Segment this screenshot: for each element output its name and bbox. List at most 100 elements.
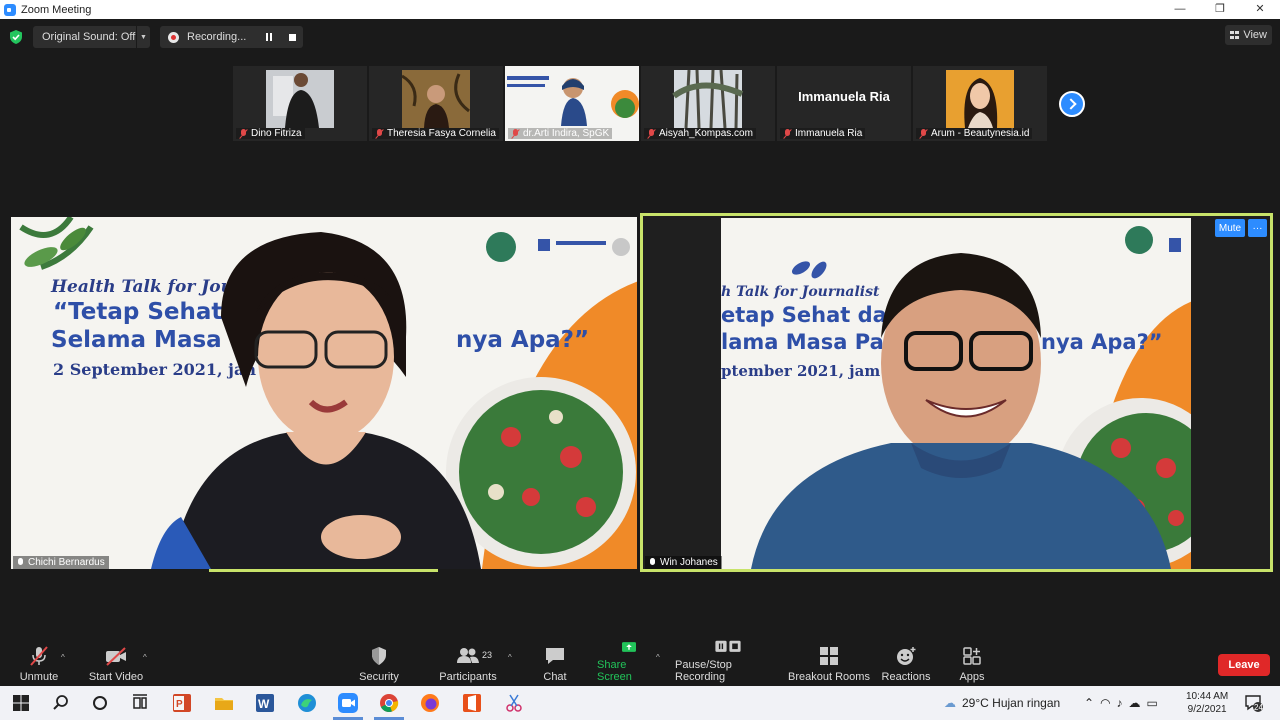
participant-name: Aisyah_Kompas.com bbox=[659, 128, 753, 139]
view-label: View bbox=[1243, 29, 1267, 41]
start-video-button[interactable]: Start Video bbox=[88, 640, 144, 686]
chat-button[interactable]: Chat bbox=[538, 640, 572, 686]
microphone-muted-icon bbox=[511, 128, 520, 139]
apps-icon bbox=[963, 647, 981, 665]
view-button[interactable]: View bbox=[1225, 25, 1272, 45]
participant-label: dr.Arti Indira, SpGK bbox=[508, 128, 613, 139]
weather-cloud-icon: ☁ bbox=[944, 696, 956, 710]
close-button[interactable]: ✕ bbox=[1240, 0, 1280, 19]
mute-participant-button[interactable]: Mute bbox=[1215, 219, 1245, 237]
participant-tile[interactable]: Immanuela Ria Immanuela Ria bbox=[777, 66, 911, 141]
microphone-muted-icon bbox=[30, 646, 48, 666]
encryption-shield-icon[interactable] bbox=[9, 30, 23, 44]
pause-stop-recording-label: Pause/Stop Recording bbox=[675, 659, 732, 683]
firefox-icon[interactable] bbox=[419, 692, 441, 714]
speaker-label: Chichi Bernardus bbox=[13, 556, 109, 569]
participant-tile[interactable]: Dino Fitriza bbox=[233, 66, 367, 141]
participant-name: Theresia Fasya Cornelia bbox=[387, 128, 496, 139]
chevron-down-icon[interactable]: ▼ bbox=[136, 26, 150, 48]
stop-recording-icon[interactable] bbox=[289, 34, 296, 41]
participants-icon bbox=[457, 648, 479, 663]
battery-icon[interactable]: ▭ bbox=[1147, 696, 1158, 710]
windows-start-icon[interactable] bbox=[10, 692, 32, 714]
notification-count: 24 bbox=[1254, 703, 1263, 712]
onedrive-icon[interactable]: ☁ bbox=[1129, 696, 1141, 710]
participant-name: Dino Fitriza bbox=[251, 128, 302, 139]
powerpoint-icon[interactable]: P bbox=[171, 692, 193, 714]
chat-label: Chat bbox=[543, 671, 567, 683]
volume-icon[interactable]: ♪ bbox=[1117, 696, 1123, 710]
file-explorer-icon[interactable] bbox=[213, 692, 235, 714]
unmute-button[interactable]: Unmute bbox=[16, 640, 62, 686]
original-sound-button[interactable]: Original Sound: Off ▼ bbox=[33, 26, 150, 48]
search-icon[interactable] bbox=[50, 692, 72, 714]
participant-tile[interactable]: Theresia Fasya Cornelia bbox=[369, 66, 503, 141]
svg-text:P: P bbox=[176, 699, 183, 710]
windows-taskbar: P W ☁ 29°C Hujan ringan ⌃ ◠ ♪ ☁ ▭ 10:44 … bbox=[0, 686, 1280, 720]
zoom-app-icon[interactable] bbox=[337, 692, 359, 714]
word-icon[interactable]: W bbox=[254, 692, 276, 714]
window-title: Zoom Meeting bbox=[21, 3, 92, 16]
chevron-up-icon[interactable]: ^ bbox=[61, 653, 65, 662]
speaking-indicator bbox=[209, 569, 438, 572]
next-page-button[interactable] bbox=[1059, 91, 1085, 117]
pause-stop-icon bbox=[715, 640, 741, 652]
apps-button[interactable]: Apps bbox=[955, 640, 989, 686]
more-options-button[interactable]: ··· bbox=[1248, 219, 1267, 237]
weather-widget[interactable]: ☁ 29°C Hujan ringan bbox=[944, 686, 1060, 720]
meeting-topbar: Original Sound: Off ▼ Recording... View bbox=[0, 19, 1280, 55]
speaker-video-left[interactable]: Health Talk for Journ “Tetap Sehat da Se… bbox=[11, 217, 637, 569]
breakout-rooms-label: Breakout Rooms bbox=[788, 671, 870, 683]
share-screen-button[interactable]: Share Screen bbox=[597, 640, 661, 686]
speaker-label: Win Johanes bbox=[645, 556, 722, 569]
speaker-video-frame: h Talk for Journalist etap Sehat dan lam… bbox=[721, 218, 1191, 569]
window-controls: — ❐ ✕ bbox=[1160, 0, 1280, 19]
participant-label: Theresia Fasya Cornelia bbox=[372, 128, 499, 139]
reactions-button[interactable]: Reactions bbox=[880, 640, 932, 686]
task-view-icon[interactable] bbox=[129, 692, 151, 714]
participant-tile[interactable]: Aisyah_Kompas.com bbox=[641, 66, 775, 141]
speaker-video-right[interactable]: h Talk for Journalist etap Sehat dan lam… bbox=[640, 213, 1273, 572]
participant-tile[interactable]: dr.Arti Indira, SpGK bbox=[505, 66, 639, 141]
notification-center-button[interactable]: 24 bbox=[1244, 686, 1264, 720]
office-icon[interactable] bbox=[461, 692, 483, 714]
participant-count-badge: 23 bbox=[482, 650, 493, 660]
reactions-icon bbox=[897, 647, 916, 665]
minimize-button[interactable]: — bbox=[1160, 0, 1200, 19]
speaker-name: Win Johanes bbox=[660, 557, 718, 568]
svg-text:W: W bbox=[258, 697, 270, 711]
wifi-icon[interactable]: ◠ bbox=[1100, 696, 1110, 710]
participants-button[interactable]: Participants bbox=[436, 640, 500, 686]
meeting-toolbar: Unmute ^ Start Video ^ Security Particip… bbox=[0, 640, 1280, 686]
breakout-rooms-button[interactable]: Breakout Rooms bbox=[788, 640, 870, 686]
security-button[interactable]: Security bbox=[356, 640, 402, 686]
microphone-muted-icon bbox=[375, 128, 384, 139]
participant-tile[interactable]: Arum - Beautynesia.id bbox=[913, 66, 1047, 141]
edge-icon[interactable] bbox=[296, 692, 318, 714]
chevron-up-icon[interactable]: ^ bbox=[508, 653, 512, 662]
pause-recording-icon[interactable] bbox=[264, 32, 274, 42]
speaker-person bbox=[751, 253, 1171, 569]
breakout-rooms-icon bbox=[820, 647, 838, 665]
leave-button[interactable]: Leave bbox=[1218, 654, 1270, 676]
pause-stop-recording-button[interactable]: Pause/Stop Recording bbox=[675, 640, 781, 686]
chat-icon bbox=[546, 648, 564, 664]
participant-label: Immanuela Ria bbox=[780, 128, 866, 139]
snipping-tool-icon[interactable] bbox=[503, 692, 525, 714]
chevron-up-icon[interactable]: ⌃ bbox=[1084, 696, 1094, 710]
participant-name-card: Immanuela Ria bbox=[798, 88, 890, 104]
share-screen-icon bbox=[622, 642, 636, 652]
participant-name: Immanuela Ria bbox=[795, 128, 863, 139]
chevron-up-icon[interactable]: ^ bbox=[656, 653, 660, 662]
participant-label: Aisyah_Kompas.com bbox=[644, 128, 756, 139]
grid-view-icon bbox=[1230, 31, 1240, 39]
clock[interactable]: 10:44 AM 9/2/2021 bbox=[1186, 686, 1228, 720]
security-label: Security bbox=[359, 671, 399, 683]
chevron-up-icon[interactable]: ^ bbox=[143, 653, 147, 662]
maximize-button[interactable]: ❐ bbox=[1200, 0, 1240, 19]
chrome-icon[interactable] bbox=[378, 692, 400, 714]
reactions-label: Reactions bbox=[881, 671, 931, 683]
participant-label: Dino Fitriza bbox=[236, 128, 305, 139]
cortana-icon[interactable] bbox=[89, 692, 111, 714]
microphone-icon bbox=[17, 557, 24, 568]
